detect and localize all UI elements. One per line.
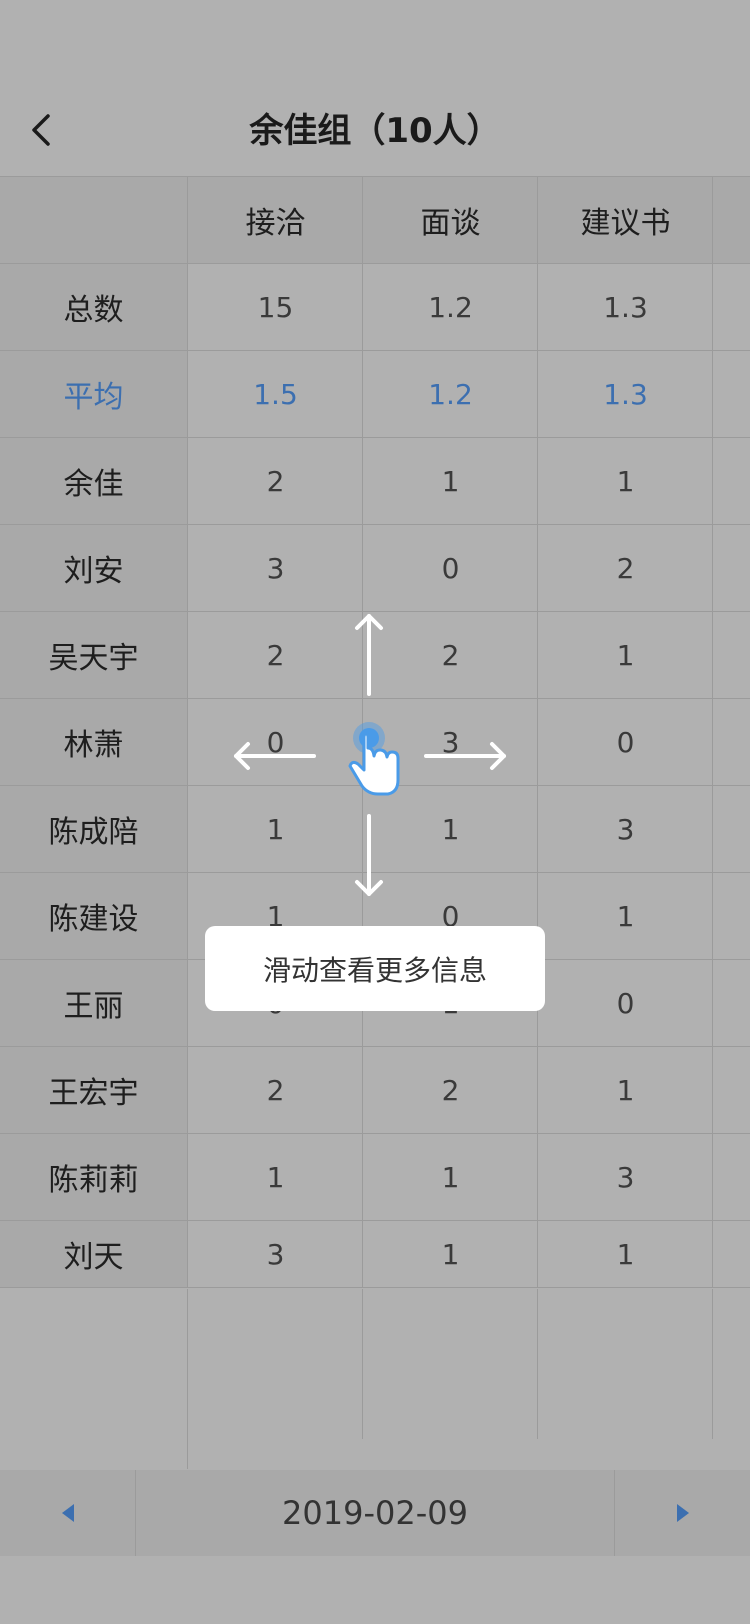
row-name-cell: 陈莉莉 xyxy=(0,1134,187,1220)
value-cell: 1.2 xyxy=(362,351,538,437)
overflow-cell xyxy=(712,264,750,350)
next-date-button[interactable] xyxy=(614,1470,750,1556)
value-cell: 1 xyxy=(187,1134,363,1220)
table-row: 王宏宇 2 2 1 xyxy=(0,1047,750,1134)
value-cell: 2 xyxy=(187,1047,363,1133)
value-cell: 1 xyxy=(537,612,713,698)
column-header-overflow xyxy=(712,177,750,263)
overflow-cell xyxy=(712,351,750,437)
overflow-cell xyxy=(712,1134,750,1220)
header-corner-cell xyxy=(0,177,187,263)
value-cell: 1 xyxy=(537,1221,713,1287)
overflow-cell xyxy=(712,960,750,1046)
value-cell: 1 xyxy=(537,873,713,959)
value-cell: 3 xyxy=(187,525,363,611)
column-header: 接洽 xyxy=(187,177,363,263)
row-name-cell: 林萧 xyxy=(0,699,187,785)
value-cell: 1 xyxy=(362,1221,538,1287)
column-header: 面谈 xyxy=(362,177,538,263)
swipe-hint-icon xyxy=(234,614,506,896)
row-name-cell: 陈成陪 xyxy=(0,786,187,872)
value-cell: 1 xyxy=(537,1047,713,1133)
current-date[interactable]: 2019-02-09 xyxy=(135,1470,615,1556)
average-row: 平均 1.5 1.2 1.3 xyxy=(0,351,750,438)
row-name-cell: 吴天宇 xyxy=(0,612,187,698)
row-name-cell: 王丽 xyxy=(0,960,187,1046)
row-name-cell: 刘安 xyxy=(0,525,187,611)
overflow-cell xyxy=(712,699,750,785)
table-row: 陈莉莉 1 1 3 xyxy=(0,1134,750,1221)
column-header: 建议书 xyxy=(537,177,713,263)
overflow-cell xyxy=(712,525,750,611)
value-cell: 2 xyxy=(187,438,363,524)
table-header-row: 接洽 面谈 建议书 xyxy=(0,177,750,264)
row-name-cell: 余佳 xyxy=(0,438,187,524)
overflow-cell xyxy=(712,438,750,524)
value-cell: 1.2 xyxy=(362,264,538,350)
row-name-cell: 陈建设 xyxy=(0,873,187,959)
swipe-hint-toast: 滑动查看更多信息 xyxy=(205,926,545,1011)
column-divider xyxy=(712,1289,713,1439)
date-navigation-bar: 2019-02-09 xyxy=(0,1470,750,1556)
overflow-cell xyxy=(712,873,750,959)
row-name-cell: 王宏宇 xyxy=(0,1047,187,1133)
value-cell: 0 xyxy=(537,960,713,1046)
column-divider xyxy=(362,1289,363,1439)
value-cell: 1.3 xyxy=(537,351,713,437)
value-cell: 15 xyxy=(187,264,363,350)
value-cell: 1.3 xyxy=(537,264,713,350)
page-title: 余佳组（10人） xyxy=(249,111,501,151)
overflow-cell xyxy=(712,1047,750,1133)
column-divider xyxy=(187,1289,188,1469)
previous-date-button[interactable] xyxy=(0,1470,136,1556)
row-name-cell: 总数 xyxy=(0,264,187,350)
nav-header: 余佳组（10人） xyxy=(0,86,750,176)
value-cell: 0 xyxy=(537,699,713,785)
overflow-cell xyxy=(712,1221,750,1287)
column-divider xyxy=(537,1289,538,1439)
total-row: 总数 15 1.2 1.3 xyxy=(0,264,750,351)
value-cell: 2 xyxy=(362,1047,538,1133)
table-row: 余佳 2 1 1 xyxy=(0,438,750,525)
triangle-left-icon xyxy=(61,1504,74,1522)
table-row: 刘安 3 0 2 xyxy=(0,525,750,612)
value-cell: 1 xyxy=(537,438,713,524)
value-cell: 1 xyxy=(362,1134,538,1220)
value-cell: 1.5 xyxy=(187,351,363,437)
row-name-cell: 平均 xyxy=(0,351,187,437)
overflow-cell xyxy=(712,612,750,698)
triangle-right-icon xyxy=(676,1504,689,1522)
value-cell: 3 xyxy=(187,1221,363,1287)
value-cell: 3 xyxy=(537,786,713,872)
table-row: 刘天 3 1 1 xyxy=(0,1221,750,1288)
table-empty-area xyxy=(0,1289,750,1469)
value-cell: 0 xyxy=(362,525,538,611)
value-cell: 2 xyxy=(537,525,713,611)
row-name-cell: 刘天 xyxy=(0,1221,187,1287)
value-cell: 1 xyxy=(362,438,538,524)
overflow-cell xyxy=(712,786,750,872)
value-cell: 3 xyxy=(537,1134,713,1220)
